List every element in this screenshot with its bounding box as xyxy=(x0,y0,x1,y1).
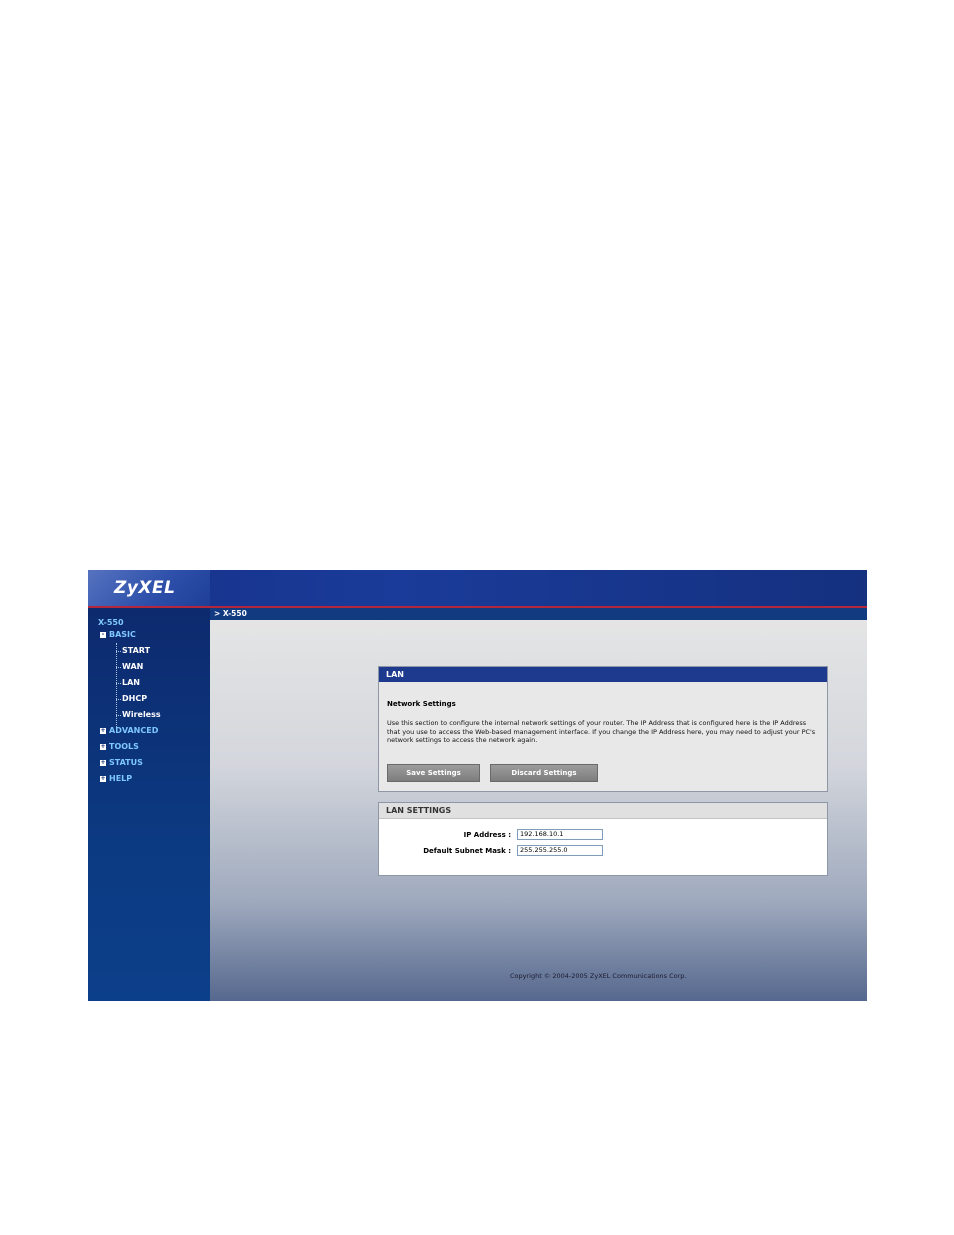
subnet-mask-input[interactable] xyxy=(517,845,603,856)
ip-address-input[interactable] xyxy=(517,829,603,840)
nav-lan[interactable]: LAN xyxy=(122,678,140,687)
nav-help[interactable]: + HELP xyxy=(100,774,132,783)
nav-help-label: HELP xyxy=(109,774,133,783)
lan-description: Use this section to configure the intern… xyxy=(387,719,816,744)
lan-settings-panel: LAN SETTINGS IP Address : Default Subnet… xyxy=(378,802,828,876)
device-label: X-550 xyxy=(98,618,124,627)
nav-tools[interactable]: + TOOLS xyxy=(100,742,139,751)
network-settings-heading: Network Settings xyxy=(387,700,456,708)
nav-status-label: STATUS xyxy=(109,758,143,767)
expand-icon: + xyxy=(100,742,106,750)
nav-wan[interactable]: WAN xyxy=(122,662,143,671)
nav-advanced-label: ADVANCED xyxy=(109,726,159,735)
breadcrumb: > X-550 xyxy=(210,608,867,620)
subnet-mask-label: Default Subnet Mask : xyxy=(423,847,511,855)
zyxel-logo: ZyXEL xyxy=(114,578,176,598)
tree-tick xyxy=(116,667,121,669)
expand-icon: + xyxy=(100,758,106,766)
copyright-text: Copyright © 2004-2005 ZyXEL Communicatio… xyxy=(510,972,687,980)
tree-tick xyxy=(116,699,121,701)
sidebar: X-550 - BASIC START WAN LAN DHCP Wireles… xyxy=(88,608,210,1001)
nav-basic[interactable]: - BASIC xyxy=(100,630,136,639)
expand-icon: + xyxy=(100,726,106,734)
lan-settings-body: IP Address : Default Subnet Mask : xyxy=(379,819,827,875)
ip-address-label: IP Address : xyxy=(463,831,511,839)
tree-tick xyxy=(116,683,121,685)
nav-status[interactable]: + STATUS xyxy=(100,758,143,767)
nav-dhcp[interactable]: DHCP xyxy=(122,694,147,703)
main-content: > X-550 LAN Network Settings Use this se… xyxy=(210,608,867,1001)
nav-start[interactable]: START xyxy=(122,646,150,655)
nav-basic-label: BASIC xyxy=(109,630,136,639)
save-settings-button[interactable]: Save Settings xyxy=(387,764,480,782)
logo-area: ZyXEL xyxy=(88,570,210,606)
lan-panel: LAN Network Settings Use this section to… xyxy=(378,666,828,792)
expand-icon: - xyxy=(100,630,106,638)
lan-panel-title: LAN xyxy=(379,667,827,682)
tree-connector xyxy=(116,643,118,733)
discard-settings-button[interactable]: Discard Settings xyxy=(490,764,598,782)
tree-tick xyxy=(116,715,121,717)
nav-advanced[interactable]: + ADVANCED xyxy=(100,726,158,735)
expand-icon: + xyxy=(100,774,106,782)
lan-settings-title: LAN SETTINGS xyxy=(379,803,827,819)
nav-wireless[interactable]: Wireless xyxy=(122,710,161,719)
nav-tools-label: TOOLS xyxy=(109,742,139,751)
breadcrumb-text: > X-550 xyxy=(214,609,247,618)
tree-tick xyxy=(116,651,121,653)
header-bar: ZyXEL xyxy=(88,570,867,606)
router-admin-window: ZyXEL X-550 - BASIC START WAN LAN DHCP W… xyxy=(88,570,867,1001)
